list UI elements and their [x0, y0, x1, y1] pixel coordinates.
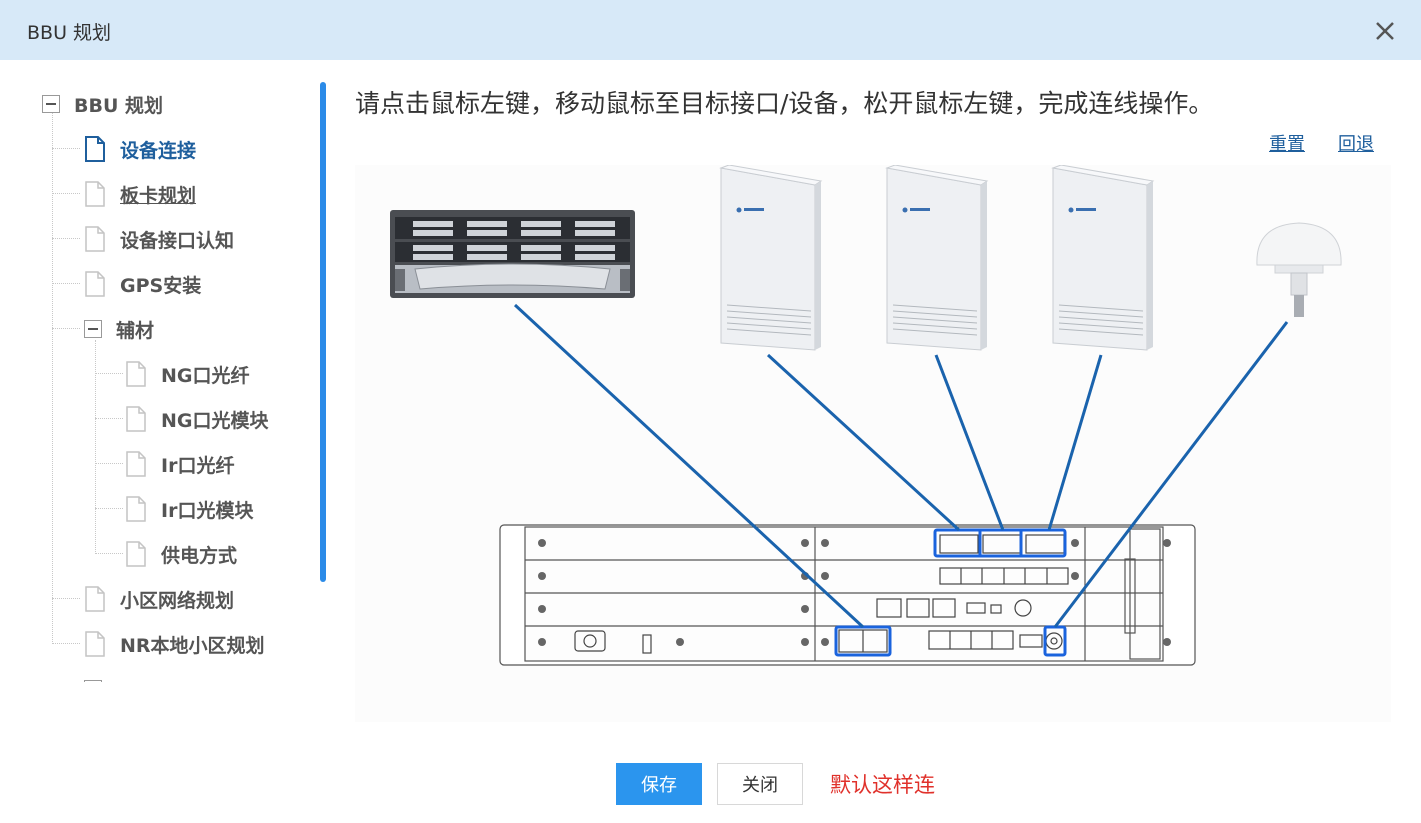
document-icon: [85, 586, 105, 612]
undo-link[interactable]: 回退: [1338, 130, 1374, 156]
tree-item-power-supply[interactable]: 供电方式: [125, 539, 237, 569]
document-icon: [85, 271, 105, 297]
tree-item-nr-local-cell-planning[interactable]: NR本地小区规划: [84, 629, 265, 659]
close-button[interactable]: 关闭: [717, 763, 803, 805]
server-device[interactable]: [390, 210, 635, 298]
tree-node-accessories[interactable]: 辅材: [84, 314, 154, 344]
tree-item-gps-install[interactable]: GPS安装: [84, 269, 201, 299]
collapse-icon[interactable]: [42, 95, 60, 113]
document-icon: [126, 496, 146, 522]
tree-item-board-planning[interactable]: 板卡规划: [84, 179, 196, 209]
connection-canvas[interactable]: [355, 164, 1391, 722]
instruction-text: 请点击鼠标左键，移动鼠标至目标接口/设备，松开鼠标左键，完成连线操作。: [355, 89, 1214, 118]
tree-item-interface-recognition[interactable]: 设备接口认知: [84, 224, 234, 254]
tree-item-cell-network-planning[interactable]: 小区网络规划: [84, 584, 234, 614]
radio-unit-2[interactable]: [885, 164, 989, 351]
reset-link[interactable]: 重置: [1269, 130, 1305, 156]
save-button[interactable]: 保存: [616, 763, 702, 805]
tree-item-device-connection[interactable]: 设备连接: [84, 134, 196, 164]
radio-unit-3[interactable]: [1051, 164, 1155, 351]
collapse-icon[interactable]: [84, 680, 102, 682]
document-icon: [126, 406, 146, 432]
document-icon: [126, 361, 146, 387]
dialog-title-bar: BBU 规划: [0, 0, 1421, 60]
document-icon: [126, 451, 146, 477]
tree-node-bbu-root[interactable]: BBU 规划: [42, 89, 163, 119]
close-icon[interactable]: [1370, 16, 1400, 46]
collapse-icon[interactable]: [84, 320, 102, 338]
document-icon: [85, 181, 105, 207]
tree-item-ir-fiber[interactable]: Ir口光纤: [125, 449, 234, 479]
tree-scrollbar[interactable]: [320, 82, 326, 582]
document-icon: [85, 631, 105, 657]
document-icon: [85, 226, 105, 252]
tree-item-ng-fiber[interactable]: NG口光纤: [125, 359, 250, 389]
radio-unit-1[interactable]: [719, 164, 823, 351]
tree-item-ir-optical-module[interactable]: Ir口光模块: [125, 494, 253, 524]
document-icon: [85, 136, 105, 162]
hint-note: 默认这样连: [830, 773, 935, 797]
dialog-title: BBU 规划: [27, 22, 112, 44]
gps-antenna[interactable]: [1256, 222, 1342, 317]
navigation-tree: BBU 规划 设备连接 板卡规划 设备接口认知 GPS安装 辅材 NG口光纤 N…: [0, 80, 318, 682]
tree-item-clipped[interactable]: [84, 674, 102, 682]
document-icon: [126, 541, 146, 567]
tree-item-ng-optical-module[interactable]: NG口光模块: [125, 404, 269, 434]
bbu-chassis[interactable]: [499, 524, 1196, 666]
